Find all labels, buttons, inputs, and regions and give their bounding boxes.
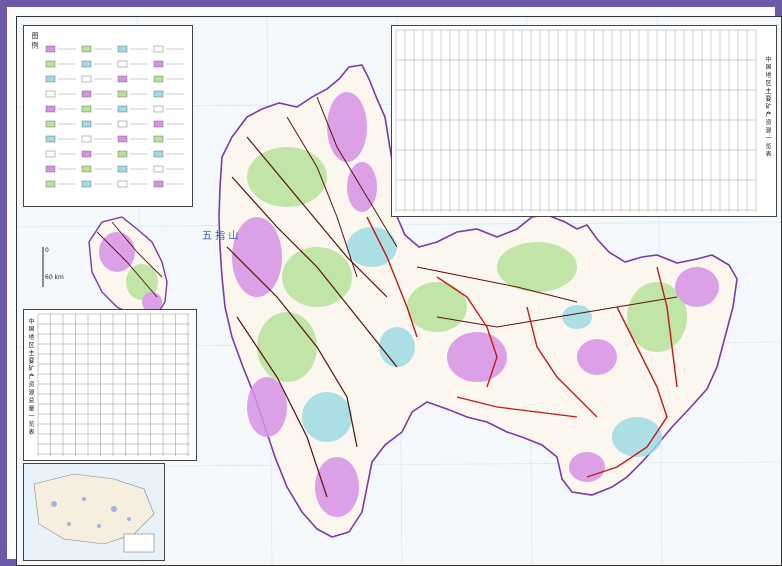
svg-text:60 km: 60 km bbox=[45, 274, 64, 281]
legend-swatches bbox=[45, 45, 184, 188]
legend-panel: 图 例 bbox=[23, 25, 193, 207]
legend-swatch bbox=[153, 60, 164, 68]
legend-swatch bbox=[45, 150, 56, 158]
legend-swatch bbox=[153, 180, 164, 188]
legend-swatch bbox=[45, 105, 56, 113]
legend-swatch bbox=[117, 60, 128, 68]
legend-swatch bbox=[153, 45, 164, 53]
legend-swatch bbox=[81, 120, 92, 128]
legend-swatch bbox=[81, 90, 92, 98]
legend-swatch bbox=[153, 150, 164, 158]
legend-swatch bbox=[45, 45, 56, 53]
inset-map bbox=[23, 463, 165, 561]
svg-text:0: 0 bbox=[45, 247, 49, 254]
legend-swatch bbox=[153, 120, 164, 128]
legend-swatch bbox=[117, 105, 128, 113]
legend-swatch bbox=[117, 150, 128, 158]
legend-swatch bbox=[45, 180, 56, 188]
legend-swatch bbox=[117, 180, 128, 188]
legend-swatch bbox=[81, 45, 92, 53]
legend-swatch bbox=[45, 135, 56, 143]
map-frame: 五 指 山 0 60 km 图 例 中 国 地 区 主 要 矿 产 资 源 一 … bbox=[0, 0, 782, 566]
legend-swatch bbox=[117, 120, 128, 128]
legend-swatch bbox=[81, 180, 92, 188]
legend-swatch bbox=[45, 165, 56, 173]
map-canvas: 五 指 山 0 60 km 图 例 中 国 地 区 主 要 矿 产 资 源 一 … bbox=[16, 16, 782, 566]
legend-swatch bbox=[81, 150, 92, 158]
legend-swatch bbox=[45, 60, 56, 68]
resource-grid bbox=[37, 313, 190, 456]
legend-swatch bbox=[81, 165, 92, 173]
legend-swatch bbox=[117, 75, 128, 83]
legend-swatch bbox=[117, 90, 128, 98]
legend-swatch bbox=[153, 90, 164, 98]
resource-table-panel: 中 国 地 区 主 要 矿 产 资 源 总 量 一 览 表 bbox=[23, 309, 197, 461]
legend-swatch bbox=[117, 165, 128, 173]
legend-swatch bbox=[153, 165, 164, 173]
legend-swatch bbox=[153, 105, 164, 113]
legend-swatch bbox=[153, 75, 164, 83]
region-label: 五 指 山 bbox=[202, 229, 238, 242]
legend-swatch bbox=[45, 120, 56, 128]
legend-swatch bbox=[117, 45, 128, 53]
lookup-table-panel: 中 国 地 区 主 要 矿 产 资 源 一 览 表 bbox=[391, 25, 777, 217]
legend-swatch bbox=[81, 60, 92, 68]
inset-map-drawing bbox=[33, 473, 155, 553]
legend-swatch bbox=[81, 105, 92, 113]
lookup-grid bbox=[395, 29, 757, 212]
legend-swatch bbox=[45, 90, 56, 98]
legend-swatch bbox=[81, 75, 92, 83]
scale-bar: 0 60 km bbox=[42, 247, 64, 287]
legend-swatch bbox=[117, 135, 128, 143]
legend-swatch bbox=[153, 135, 164, 143]
legend-swatch bbox=[81, 135, 92, 143]
legend-swatch bbox=[45, 75, 56, 83]
